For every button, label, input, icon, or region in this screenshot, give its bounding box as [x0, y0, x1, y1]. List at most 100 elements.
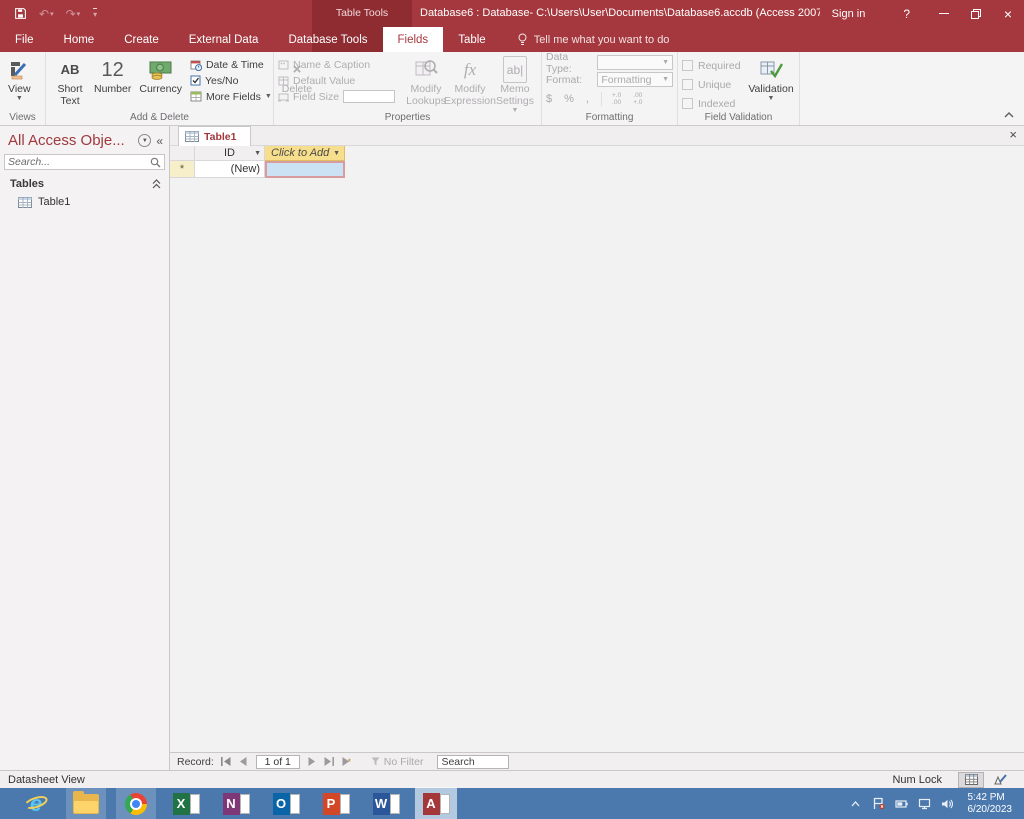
name-caption-label: Name & Caption	[293, 59, 370, 71]
new-row-selector[interactable]: *	[170, 161, 195, 178]
nav-item-table1[interactable]: Table1	[0, 193, 169, 211]
record-label: Record:	[177, 756, 214, 768]
tab-create[interactable]: Create	[109, 27, 174, 52]
help-icon[interactable]: ?	[885, 7, 928, 21]
more-fields-label: More Fields	[206, 91, 261, 103]
unique-label: Unique	[698, 79, 731, 91]
datasheet-view-icon	[8, 56, 30, 83]
currency-label: Currency	[139, 83, 182, 95]
datasheet-view-icon	[965, 774, 978, 785]
design-view-button[interactable]	[987, 772, 1013, 788]
no-filter-label: No Filter	[384, 756, 424, 768]
hidden-icons-chevron-icon[interactable]	[849, 797, 863, 811]
nav-group-tables[interactable]: Tables	[0, 172, 169, 193]
action-center-flag-icon[interactable]	[872, 797, 886, 811]
yes-no-button[interactable]: Yes/No	[190, 74, 272, 87]
tab-external-data[interactable]: External Data	[174, 27, 274, 52]
minimize-button[interactable]	[928, 0, 960, 27]
access-icon[interactable]: A	[416, 788, 456, 819]
new-record-icon[interactable]: *	[340, 755, 353, 768]
id-sort-caret-icon[interactable]: ▼	[254, 150, 261, 157]
nav-search-input[interactable]	[8, 156, 150, 168]
format-label: Format:	[546, 74, 592, 86]
powerpoint-icon[interactable]: P	[316, 788, 356, 819]
click-to-add-caret-icon[interactable]: ▼	[333, 150, 340, 157]
status-bar: Datasheet View Num Lock	[0, 770, 1024, 788]
restore-button[interactable]	[960, 0, 992, 27]
excel-icon[interactable]: X	[166, 788, 206, 819]
view-dropdown-caret: ▼	[16, 95, 23, 103]
save-icon[interactable]	[14, 7, 27, 20]
internet-explorer-icon[interactable]: e	[16, 788, 56, 819]
volume-icon[interactable]	[941, 797, 955, 811]
taskbar-clock[interactable]: 5:42 PM 6/20/2023	[968, 792, 1013, 816]
date-time-button[interactable]: Date & Time	[190, 58, 272, 71]
word-icon[interactable]: W	[366, 788, 406, 819]
onenote-icon[interactable]: N	[216, 788, 256, 819]
tab-fields[interactable]: Fields	[383, 27, 444, 52]
tell-me-box[interactable]: Tell me what you want to do	[517, 27, 670, 52]
record-search-input[interactable]	[437, 755, 509, 769]
last-record-icon[interactable]	[323, 755, 336, 768]
validation-button[interactable]: Validation ▼	[747, 54, 795, 105]
taskbar: e X N O P W A	[0, 788, 1024, 819]
modify-lookups-label: Modify Lookups	[406, 83, 446, 107]
currency-icon	[148, 56, 174, 83]
tab-home[interactable]: Home	[49, 27, 110, 52]
battery-icon[interactable]	[895, 797, 909, 811]
unique-checkbox: Unique	[682, 77, 747, 92]
yes-no-label: Yes/No	[205, 75, 238, 87]
tab-file[interactable]: File	[0, 27, 49, 52]
shutter-bar-close-icon[interactable]: «	[156, 134, 163, 148]
number-button[interactable]: 12 Number	[90, 54, 135, 97]
id-cell-new[interactable]: (New)	[195, 161, 265, 178]
column-header-click-to-add[interactable]: Click to Add ▼	[265, 146, 345, 161]
add-delete-group-label: Add & Delete	[46, 112, 273, 125]
filter-icon	[371, 757, 380, 766]
file-explorer-icon[interactable]	[66, 788, 106, 819]
column-header-id[interactable]: ID ▼	[195, 146, 265, 161]
date-time-label: Date & Time	[206, 59, 264, 71]
currency-button[interactable]: Currency	[135, 54, 186, 97]
record-position-box[interactable]: 1 of 1	[256, 755, 300, 769]
more-fields-button[interactable]: More Fields ▼	[190, 90, 272, 103]
validation-icon	[759, 56, 783, 83]
nav-search-box[interactable]	[4, 154, 165, 170]
table-icon	[185, 131, 199, 142]
selected-cell[interactable]	[265, 161, 345, 178]
more-fields-icon	[190, 91, 202, 102]
document-tab-label: Table1	[204, 131, 236, 143]
short-text-button[interactable]: AB Short Text	[50, 54, 90, 109]
customize-quick-access-icon[interactable]: ▾	[92, 8, 97, 19]
undo-icon[interactable]: ↶▾	[39, 7, 54, 21]
sign-in-link[interactable]: Sign in	[812, 8, 886, 20]
table-icon	[18, 197, 32, 208]
outlook-icon[interactable]: O	[266, 788, 306, 819]
calendar-clock-icon	[190, 59, 202, 71]
first-record-icon[interactable]	[220, 755, 233, 768]
row-selector-header[interactable]	[170, 146, 195, 161]
close-document-icon[interactable]: ×	[1009, 128, 1017, 141]
next-record-icon[interactable]	[306, 755, 319, 768]
field-size-input[interactable]	[343, 90, 395, 103]
tab-table[interactable]: Table	[443, 27, 501, 52]
nav-pane-menu-icon[interactable]: ▼	[138, 134, 151, 147]
chrome-icon[interactable]	[116, 788, 156, 819]
collapse-group-icon[interactable]	[152, 179, 161, 189]
clock-time: 5:42 PM	[968, 792, 1013, 804]
tab-database-tools[interactable]: Database Tools	[273, 27, 382, 52]
currency-format-button: $	[546, 93, 552, 105]
field-size-row: Field Size	[278, 90, 405, 103]
view-button[interactable]: View ▼	[4, 54, 35, 105]
datasheet-view-button[interactable]	[958, 772, 984, 788]
number-label: Number	[94, 83, 131, 95]
redo-icon[interactable]: ↷▾	[66, 7, 81, 21]
network-icon[interactable]	[918, 797, 932, 811]
nav-group-label: Tables	[10, 178, 152, 190]
tell-me-label: Tell me what you want to do	[534, 34, 670, 46]
collapse-ribbon-icon[interactable]	[1004, 105, 1014, 123]
document-tab-table1[interactable]: Table1	[178, 126, 251, 146]
previous-record-icon[interactable]	[237, 755, 250, 768]
close-button[interactable]: ×	[992, 0, 1024, 27]
document-tab-bar: Table1 ×	[170, 126, 1024, 146]
